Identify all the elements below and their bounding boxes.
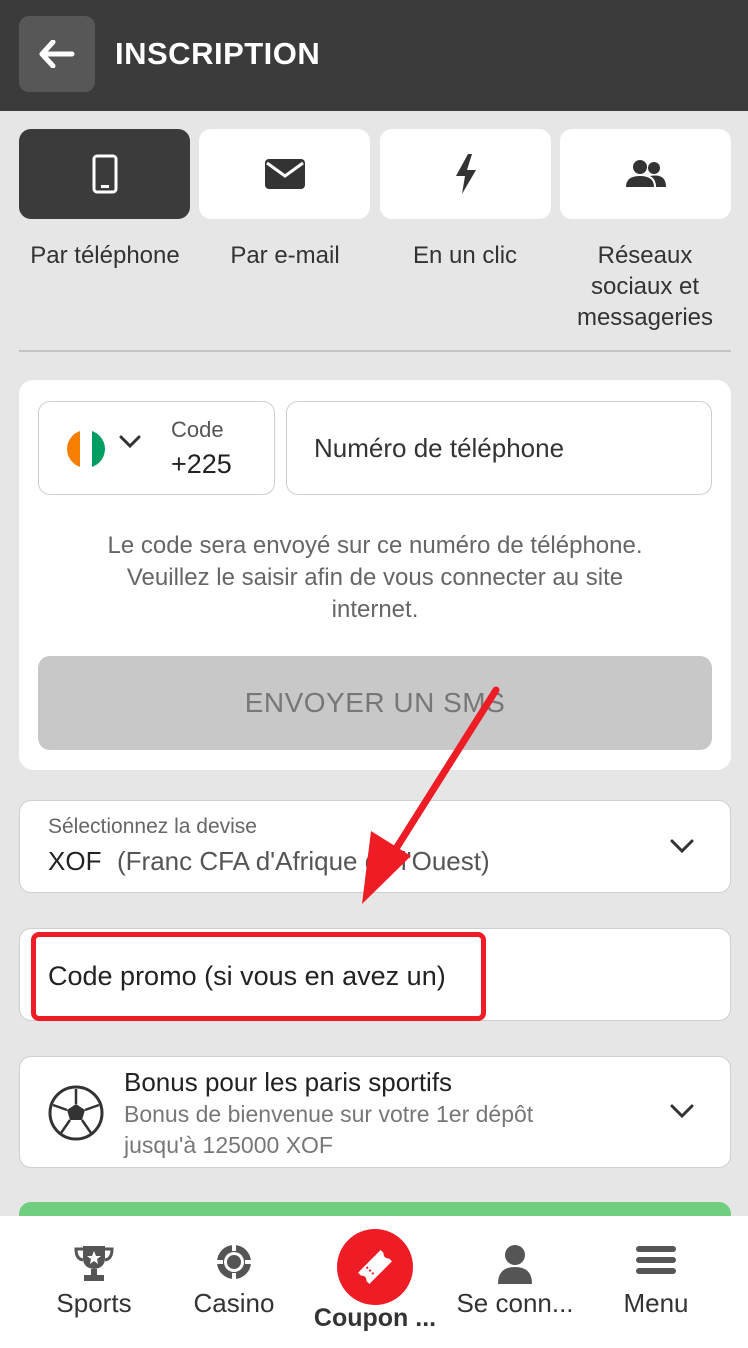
nav-menu[interactable]: Menu <box>581 1216 731 1348</box>
phone-form-card: Code +225 Numéro de téléphone Le code se… <box>19 380 731 770</box>
currency-select[interactable]: Sélectionnez la devise XOF (Franc CFA d'… <box>19 800 731 893</box>
nav-login[interactable]: Se conn... <box>440 1216 590 1348</box>
soccer-ball-icon <box>48 1085 104 1141</box>
nav-coupon-label: Coupon ... <box>313 1304 437 1332</box>
code-value: +225 <box>171 449 232 479</box>
tab-phone[interactable] <box>19 129 190 219</box>
user-icon <box>498 1245 532 1284</box>
tab-social-label: Réseaux sociaux et messageries <box>550 240 740 333</box>
envelope-icon <box>264 159 305 189</box>
sms-note-line: internet. <box>331 596 419 623</box>
tab-phone-label: Par téléphone <box>30 242 180 269</box>
bonus-select[interactable]: Bonus pour les paris sportifs Bonus de b… <box>19 1056 731 1168</box>
phone-icon <box>92 154 117 194</box>
sms-note-line: Le code sera envoyé sur ce numéro de tél… <box>107 532 643 559</box>
nav-login-label: Se conn... <box>456 1288 574 1318</box>
nav-casino-label: Casino <box>193 1288 275 1318</box>
currency-label: Sélectionnez la devise <box>48 815 257 838</box>
code-label: Code <box>171 417 224 442</box>
bonus-description-line: jusqu'à 125000 XOF <box>124 1132 333 1158</box>
nav-menu-label: Menu <box>623 1288 689 1318</box>
bonus-title: Bonus pour les paris sportifs <box>124 1067 453 1097</box>
send-sms-button[interactable]: ENVOYER UN SMS <box>38 656 712 750</box>
tab-social-label-line: sociaux et <box>590 273 700 300</box>
ivory-coast-flag <box>67 430 105 468</box>
tab-one-click[interactable] <box>380 129 551 219</box>
bonus-description-line: Bonus de bienvenue sur votre 1er dépôt <box>124 1101 534 1127</box>
sms-note: Le code sera envoyé sur ce numéro de tél… <box>39 530 711 626</box>
divider <box>19 350 731 352</box>
tab-social-label-line: messageries <box>576 304 714 331</box>
nav-coupon[interactable] <box>337 1229 413 1305</box>
nav-casino[interactable]: Casino <box>159 1216 309 1348</box>
tab-email-label: Par e-mail <box>230 242 340 269</box>
bonus-description: Bonus de bienvenue sur votre 1er dépôt j… <box>124 1099 533 1161</box>
trophy-icon <box>74 1246 114 1281</box>
country-code-selector[interactable]: Code +225 <box>38 401 275 495</box>
tab-email[interactable] <box>199 129 370 219</box>
users-icon <box>625 160 666 187</box>
casino-chip-icon <box>217 1245 251 1279</box>
arrow-left-icon <box>39 40 75 68</box>
chevron-down-icon <box>670 1104 694 1119</box>
tab-social-label-line: Réseaux <box>597 242 693 269</box>
sms-note-line: Veuillez le saisir afin de vous connecte… <box>126 564 624 591</box>
phone-number-input[interactable]: Numéro de téléphone <box>286 401 712 495</box>
page-title: INSCRIPTION <box>115 36 321 71</box>
chevron-down-icon <box>119 435 141 449</box>
back-button[interactable] <box>19 16 95 92</box>
nav-sports-label: Sports <box>56 1288 132 1318</box>
lightning-icon <box>455 154 476 194</box>
nav-sports[interactable]: Sports <box>19 1216 169 1348</box>
chevron-down-icon <box>670 839 694 854</box>
header-bar: INSCRIPTION <box>0 0 748 111</box>
tab-one-click-label: En un clic <box>412 242 518 269</box>
promo-code-placeholder: Code promo (si vous en avez un) <box>48 961 446 991</box>
currency-code: XOF <box>48 846 102 876</box>
tab-social[interactable] <box>560 129 731 219</box>
ticket-icon <box>358 1250 392 1284</box>
hamburger-icon <box>636 1246 676 1274</box>
currency-name: (Franc CFA d'Afrique de l'Ouest) <box>117 846 490 876</box>
